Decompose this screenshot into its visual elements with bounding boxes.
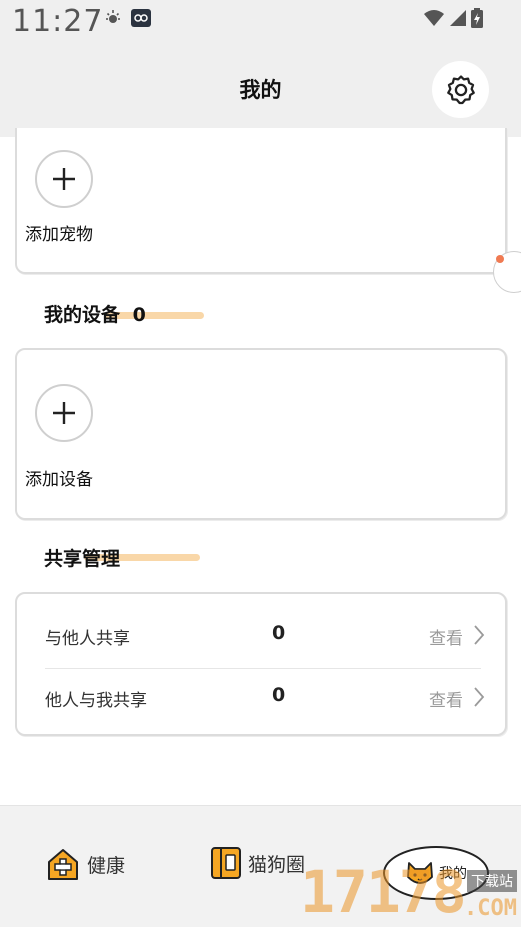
notification-dot [496,255,504,263]
pets-card: 添加宠物 [15,128,507,274]
battery-charging-icon [471,8,483,28]
status-bar: 11:27 [0,0,521,44]
plus-icon [53,168,75,190]
add-device-label[interactable]: 添加设备 [25,465,93,490]
add-pet-button[interactable] [35,150,93,208]
shared-with-me-view[interactable]: 查看 [429,686,463,711]
tab-health[interactable]: 健康 [45,846,125,882]
tab-me-label: 我的 [439,866,467,882]
share-with-others-row[interactable]: 与他人共享 0 查看 [45,604,485,666]
signal-icon [450,10,466,26]
status-icons-right [423,8,483,28]
status-icons-left [104,8,152,28]
chevron-right-icon [474,625,485,645]
shared-with-me-count: 0 [272,684,286,706]
devices-title: 我的设备 [44,304,121,326]
floating-side-button[interactable] [493,251,521,293]
sharing-card: 与他人共享 0 查看 他人与我共享 0 查看 [15,592,507,736]
gear-icon [446,74,475,104]
devices-section-title: 我的设备 0 [44,300,204,327]
sharing-title: 共享管理 [44,548,121,570]
add-pet-label[interactable]: 添加宠物 [25,220,93,245]
tab-me[interactable]: 我的 [383,846,489,900]
sharing-section-title: 共享管理 [44,544,200,571]
shared-with-me-row[interactable]: 他人与我共享 0 查看 [45,666,485,728]
community-icon [211,847,241,879]
tab-community[interactable]: 猫狗圈 [210,846,305,880]
devices-count: 0 [132,304,146,326]
devices-card: 添加设备 [15,348,507,520]
tab-community-label: 猫狗圈 [248,853,306,876]
bottom-tab-bar: 健康 猫狗圈 我的 [0,805,521,927]
page-header: 我的 [0,44,521,137]
tab-health-label: 健康 [87,854,126,877]
share-with-others-label: 与他人共享 [45,629,130,649]
share-with-others-count: 0 [272,622,286,644]
app-notification-icon [131,9,151,27]
cat-face-icon [407,862,433,884]
brightness-icon [106,10,120,23]
wifi-icon [424,10,444,26]
status-time: 11:27 [12,4,104,39]
chevron-right-icon [474,687,485,707]
plus-icon [53,402,75,424]
share-with-others-view[interactable]: 查看 [429,624,463,649]
settings-button[interactable] [432,61,489,118]
shared-with-me-label: 他人与我共享 [45,691,147,711]
add-device-button[interactable] [35,384,93,442]
health-house-icon [48,849,78,880]
